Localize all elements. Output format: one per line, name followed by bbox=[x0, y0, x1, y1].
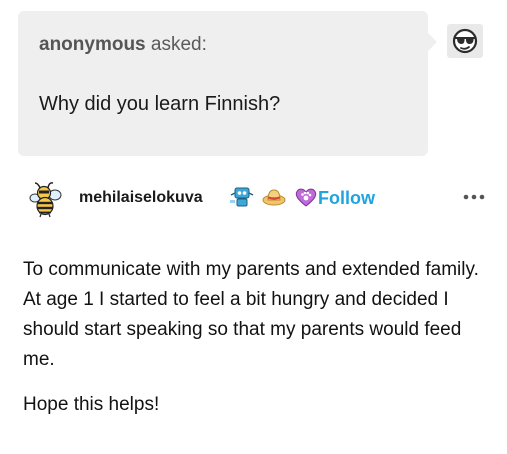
badge-group bbox=[229, 185, 321, 211]
robot-badge-icon[interactable] bbox=[229, 185, 255, 214]
asker-name[interactable]: anonymous bbox=[39, 34, 146, 55]
more-options-button[interactable] bbox=[462, 187, 486, 207]
anonymous-avatar[interactable] bbox=[447, 24, 483, 58]
blog-avatar[interactable] bbox=[28, 180, 64, 218]
follow-button[interactable]: Follow bbox=[318, 188, 375, 209]
straw-hat-badge-icon[interactable] bbox=[262, 186, 286, 213]
ellipsis-icon bbox=[463, 194, 485, 200]
ask-header: anonymous asked: bbox=[39, 34, 207, 56]
sunglasses-face-icon bbox=[452, 28, 478, 54]
asked-label: asked: bbox=[150, 34, 207, 55]
tumblr-ask-post: anonymous asked: Why did you learn Finni… bbox=[0, 0, 507, 454]
paw-heart-badge-icon[interactable] bbox=[294, 186, 318, 213]
closing-paragraph: Hope this helps! bbox=[23, 394, 160, 415]
ask-question: Why did you learn Finnish? bbox=[39, 93, 281, 115]
post-header: mehilaiselokuva Follow bbox=[0, 177, 507, 221]
ask-bubble: anonymous asked: Why did you learn Finni… bbox=[18, 11, 437, 156]
blog-name[interactable]: mehilaiselokuva bbox=[79, 189, 203, 207]
post-body: To communicate with my parents and exten… bbox=[23, 255, 493, 420]
answer-paragraph: To communicate with my parents and exten… bbox=[23, 259, 479, 370]
bee-icon bbox=[29, 182, 62, 218]
